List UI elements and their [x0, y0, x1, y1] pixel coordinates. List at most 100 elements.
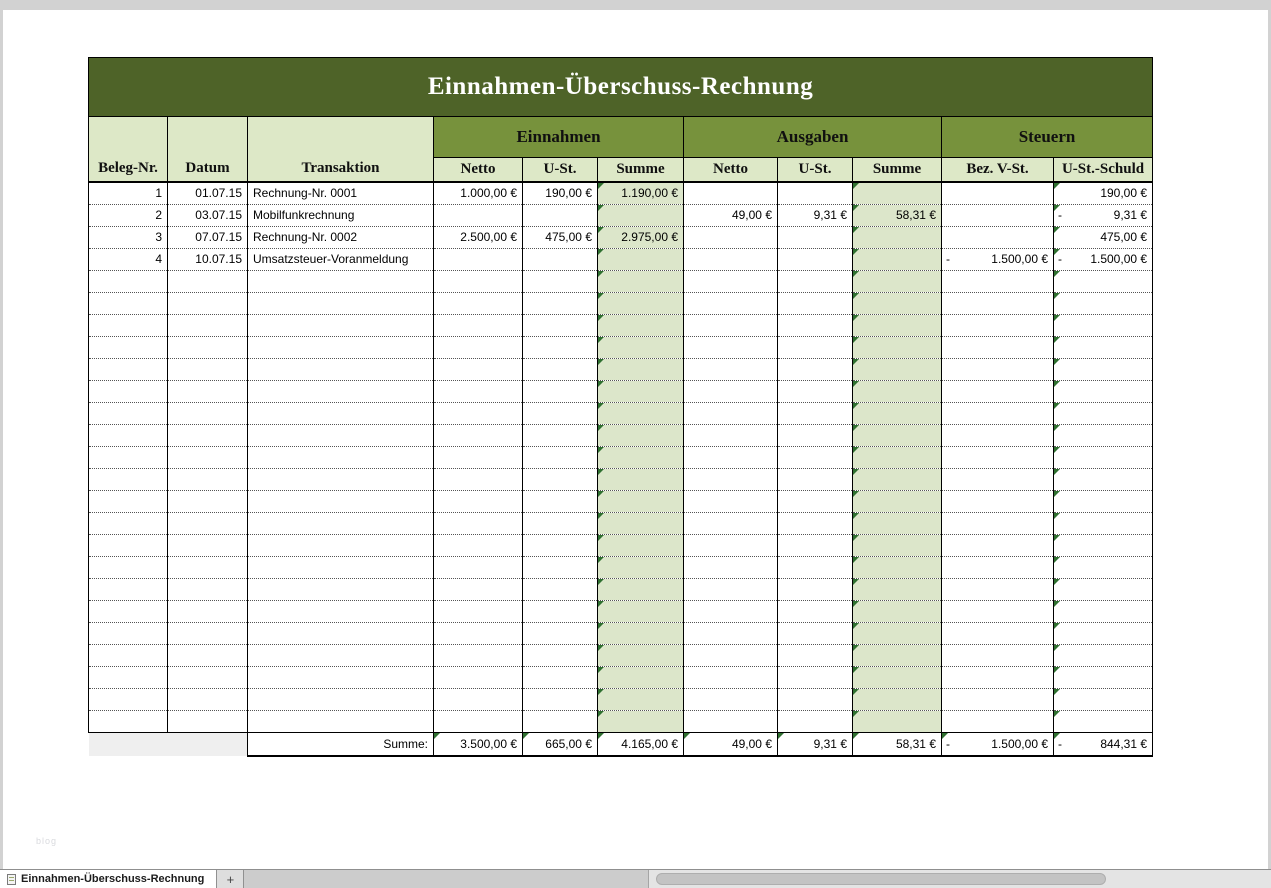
cell-nr[interactable]: [89, 402, 168, 424]
cell-transaktion[interactable]: [248, 622, 434, 644]
cell-datum[interactable]: [168, 644, 248, 666]
cell-a_summe[interactable]: [853, 336, 942, 358]
subheader-bez-vst[interactable]: Bez. V-St.: [942, 158, 1054, 182]
cell-e_ust[interactable]: [523, 424, 598, 446]
cell-a_ust[interactable]: [778, 314, 853, 336]
cell-datum[interactable]: [168, 556, 248, 578]
cell-e_ust[interactable]: [523, 380, 598, 402]
cell-e_summe[interactable]: [598, 204, 684, 226]
summary-a_netto[interactable]: 49,00 €: [684, 732, 778, 756]
cell-a_ust[interactable]: [778, 666, 853, 688]
cell-a_summe[interactable]: [853, 226, 942, 248]
cell-datum[interactable]: [168, 358, 248, 380]
cell-e_ust[interactable]: [523, 336, 598, 358]
cell-a_ust[interactable]: [778, 578, 853, 600]
group-header-ausgaben[interactable]: Ausgaben: [684, 117, 942, 158]
cell-e_summe[interactable]: [598, 248, 684, 270]
cell-nr[interactable]: [89, 578, 168, 600]
cell-a_summe[interactable]: [853, 358, 942, 380]
cell-a_summe[interactable]: [853, 402, 942, 424]
cell-bez_vst[interactable]: [942, 336, 1054, 358]
cell-a_ust[interactable]: [778, 600, 853, 622]
cell-transaktion[interactable]: Rechnung-Nr. 0001: [248, 182, 434, 205]
cell-nr[interactable]: [89, 512, 168, 534]
cell-a_summe[interactable]: [853, 490, 942, 512]
cell-e_ust[interactable]: [523, 710, 598, 732]
cell-e_ust[interactable]: [523, 622, 598, 644]
cell-a_summe[interactable]: [853, 512, 942, 534]
cell-a_ust[interactable]: [778, 358, 853, 380]
cell-a_netto[interactable]: [684, 292, 778, 314]
cell-a_summe[interactable]: [853, 292, 942, 314]
cell-a_ust[interactable]: [778, 688, 853, 710]
cell-bez_vst[interactable]: [942, 600, 1054, 622]
cell-e_ust[interactable]: [523, 490, 598, 512]
cell-bez_vst[interactable]: [942, 270, 1054, 292]
cell-a_summe[interactable]: [853, 622, 942, 644]
cell-e_ust[interactable]: [523, 600, 598, 622]
header-transaktion[interactable]: Transaktion: [248, 117, 434, 182]
cell-a_ust[interactable]: [778, 512, 853, 534]
cell-a_summe[interactable]: [853, 468, 942, 490]
horizontal-scrollbar[interactable]: [648, 870, 1271, 888]
subheader-ust-schuld[interactable]: U-St.-Schuld: [1054, 158, 1153, 182]
cell-a_ust[interactable]: [778, 292, 853, 314]
summary-e_summe[interactable]: 4.165,00 €: [598, 732, 684, 756]
cell-nr[interactable]: [89, 446, 168, 468]
cell-a_netto[interactable]: [684, 446, 778, 468]
cell-nr[interactable]: [89, 380, 168, 402]
cell-bez_vst[interactable]: [942, 204, 1054, 226]
cell-nr[interactable]: 4: [89, 248, 168, 270]
cell-datum[interactable]: [168, 512, 248, 534]
cell-ust_schuld[interactable]: -1.500,00 €: [1054, 248, 1153, 270]
cell-nr[interactable]: [89, 688, 168, 710]
cell-e_ust[interactable]: [523, 534, 598, 556]
summary-bez_vst[interactable]: -1.500,00 €: [942, 732, 1054, 756]
cell-ust_schuld[interactable]: [1054, 358, 1153, 380]
cell-ust_schuld[interactable]: [1054, 644, 1153, 666]
subheader-einnahmen-ust[interactable]: U-St.: [523, 158, 598, 182]
cell-a_netto[interactable]: [684, 644, 778, 666]
cell-a_netto[interactable]: [684, 534, 778, 556]
cell-a_ust[interactable]: [778, 446, 853, 468]
cell-bez_vst[interactable]: [942, 622, 1054, 644]
add-sheet-tab[interactable]: +: [217, 870, 244, 888]
cell-nr[interactable]: [89, 556, 168, 578]
cell-a_netto[interactable]: [684, 556, 778, 578]
cell-ust_schuld[interactable]: 190,00 €: [1054, 182, 1153, 205]
cell-nr[interactable]: [89, 270, 168, 292]
cell-a_netto[interactable]: [684, 358, 778, 380]
cell-a_ust[interactable]: 9,31 €: [778, 204, 853, 226]
cell-e_summe[interactable]: [598, 292, 684, 314]
cell-e_summe[interactable]: [598, 512, 684, 534]
cell-a_ust[interactable]: [778, 622, 853, 644]
cell-e_ust[interactable]: 190,00 €: [523, 182, 598, 205]
cell-bez_vst[interactable]: [942, 710, 1054, 732]
cell-transaktion[interactable]: [248, 600, 434, 622]
subheader-ausgaben-netto[interactable]: Netto: [684, 158, 778, 182]
cell-e_ust[interactable]: [523, 468, 598, 490]
cell-a_netto[interactable]: [684, 336, 778, 358]
cell-e_ust[interactable]: 475,00 €: [523, 226, 598, 248]
cell-datum[interactable]: [168, 402, 248, 424]
cell-a_ust[interactable]: [778, 490, 853, 512]
cell-bez_vst[interactable]: [942, 314, 1054, 336]
cell-datum[interactable]: [168, 600, 248, 622]
cell-a_ust[interactable]: [778, 182, 853, 205]
cell-a_summe[interactable]: [853, 270, 942, 292]
cell-e_ust[interactable]: [523, 402, 598, 424]
cell-e_ust[interactable]: [523, 314, 598, 336]
cell-bez_vst[interactable]: [942, 226, 1054, 248]
group-header-steuern[interactable]: Steuern: [942, 117, 1153, 158]
cell-a_ust[interactable]: [778, 710, 853, 732]
cell-ust_schuld[interactable]: [1054, 710, 1153, 732]
cell-e_netto[interactable]: [434, 490, 523, 512]
cell-bez_vst[interactable]: [942, 182, 1054, 205]
cell-e_summe[interactable]: [598, 666, 684, 688]
cell-a_netto[interactable]: [684, 688, 778, 710]
cell-datum[interactable]: [168, 380, 248, 402]
cell-e_netto[interactable]: [434, 292, 523, 314]
cell-transaktion[interactable]: [248, 688, 434, 710]
cell-transaktion[interactable]: [248, 644, 434, 666]
cell-datum[interactable]: [168, 490, 248, 512]
